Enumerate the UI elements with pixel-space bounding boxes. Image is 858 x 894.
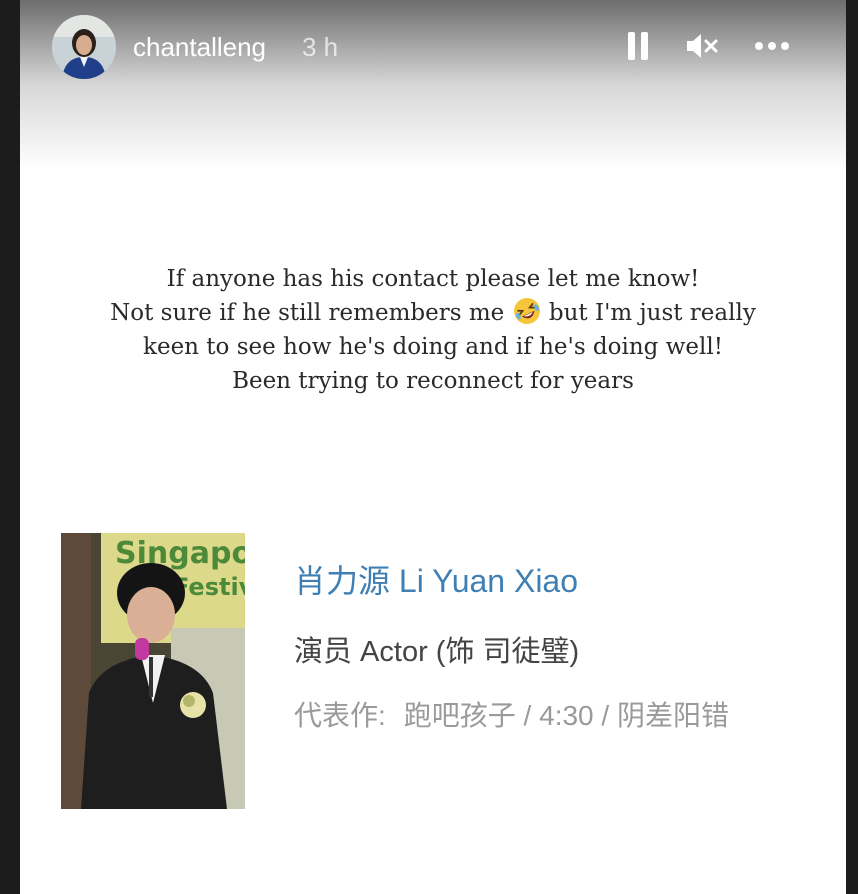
avatar[interactable]	[52, 15, 116, 79]
actor-photo: Singapo Festiv	[61, 533, 245, 809]
actor-profile-card: Singapo Festiv 肖力源 Li Yuan Xiao 演员 Actor…	[20, 480, 846, 894]
mute-button[interactable]	[682, 28, 722, 64]
caption-line-2-start: Not sure if he still remembers me	[110, 300, 505, 326]
actor-name-link[interactable]: 肖力源 Li Yuan Xiao	[294, 556, 578, 602]
works-list: 跑吧孩子 / 4:30 / 阴差阳错	[403, 700, 729, 731]
more-options-button[interactable]	[750, 28, 794, 64]
pause-icon	[628, 32, 648, 60]
photo-sign-text-1: Singapo	[115, 536, 245, 571]
caption-line-2: Not sure if he still remembers me but I'…	[20, 296, 846, 330]
caption-line-3: keen to see how he's doing and if he's d…	[143, 334, 723, 360]
story-viewer[interactable]: chantalleng 3 h If anyone has his contac…	[20, 0, 846, 894]
works-label: 代表作:	[294, 700, 386, 731]
username[interactable]: chantalleng	[133, 32, 266, 63]
caption-line-1: If anyone has his contact please let me …	[166, 266, 700, 292]
caption-line-2-end: but I'm just really	[548, 300, 756, 326]
story-header: chantalleng 3 h	[20, 0, 846, 95]
actor-representative-works: 代表作: 跑吧孩子 / 4:30 / 阴差阳错	[294, 694, 729, 734]
story-timestamp: 3 h	[302, 32, 339, 62]
caption-line-4: Been trying to reconnect for years	[232, 368, 634, 394]
muted-speaker-icon	[687, 34, 718, 58]
more-options-icon	[755, 42, 789, 50]
actor-role: 演员 Actor (饰 司徒璧)	[294, 636, 580, 668]
actor-photo-image: Singapo Festiv	[61, 533, 245, 809]
story-caption: If anyone has his contact please let me …	[20, 262, 846, 398]
rolling-on-floor-laughing-emoji-icon	[513, 298, 540, 324]
pause-button[interactable]	[622, 28, 654, 64]
avatar-image	[52, 15, 116, 79]
